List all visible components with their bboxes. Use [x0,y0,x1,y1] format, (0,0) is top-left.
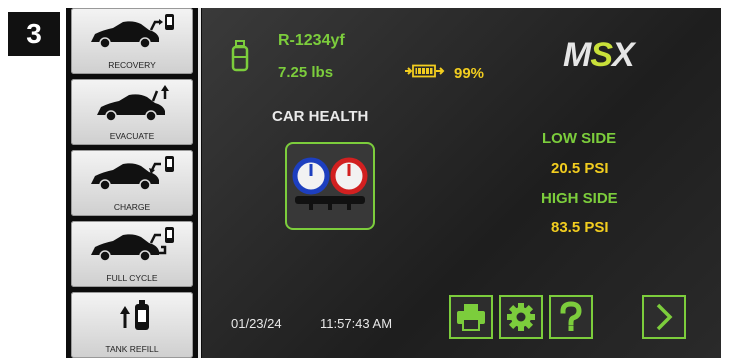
printer-icon [457,304,485,331]
tank-refill-icon [120,300,149,330]
full-cycle-button[interactable]: FULL CYCLE [71,221,193,287]
manifold-gauges-icon [292,157,368,210]
help-button[interactable] [549,295,593,339]
msx-logo: MSX [563,36,635,74]
sidebar-item-label: FULL CYCLE [106,273,158,283]
car-recovery-icon [91,14,174,49]
charge-button[interactable]: CHARGE [71,150,193,216]
question-mark-icon [560,301,582,331]
low-side-value: 20.5 PSI [551,160,609,177]
evacuate-button[interactable]: EVACUATE [71,79,193,145]
car-health-label: CAR HEALTH [272,108,369,125]
print-button[interactable] [449,295,493,339]
chevron-right-icon [656,303,673,331]
tank-refill-button[interactable]: TANK REFILL [71,292,193,358]
sidebar: RECOVERY EVACUATE CHARGE FULL CYCLE TANK… [71,8,193,358]
settings-button[interactable] [499,295,543,339]
car-health-gauges-button[interactable] [285,142,375,230]
status-date: 01/23/24 [231,316,282,331]
car-evacuate-icon [97,85,169,122]
car-full-cycle-icon [91,227,174,262]
sidebar-item-label: RECOVERY [108,60,156,70]
battery-icon [405,64,445,78]
status-time: 11:57:43 AM [320,316,393,331]
sidebar-item-label: EVACUATE [109,131,155,141]
refrigerant-tank-icon [231,40,249,72]
car-charge-icon [91,156,174,191]
step-number-badge: 3 [8,12,60,56]
refrigerant-type: R-1234yf [278,32,345,49]
battery-percent: 99% [454,65,485,82]
sidebar-divider [198,8,201,358]
high-side-value: 83.5 PSI [551,219,609,236]
refrigerant-weight: 7.25 lbs [278,64,334,81]
gear-icon [507,303,535,331]
sidebar-item-label: CHARGE [113,202,151,212]
next-button[interactable] [642,295,686,339]
recovery-button[interactable]: RECOVERY [71,8,193,74]
low-side-label: LOW SIDE [542,130,617,147]
sidebar-item-label: TANK REFILL [105,344,159,354]
high-side-label: HIGH SIDE [541,190,618,207]
